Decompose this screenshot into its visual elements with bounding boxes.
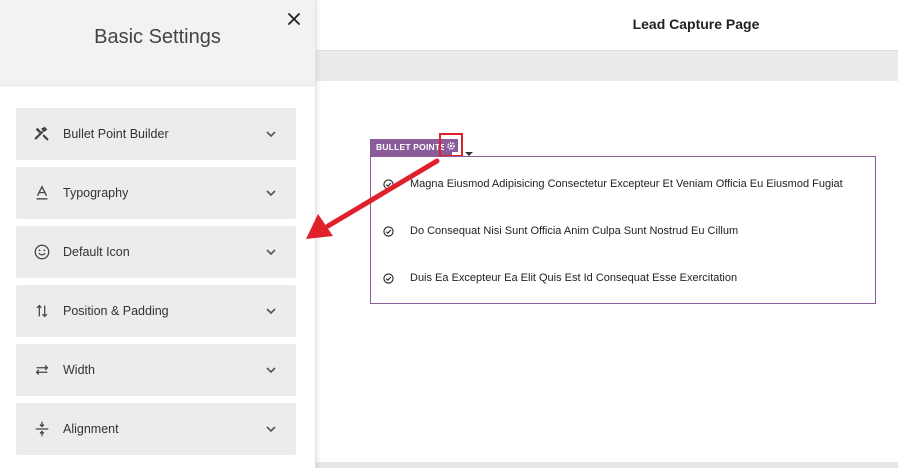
list-item: Duis Ea Excepteur Ea Elit Quis Est Id Co…	[383, 272, 737, 284]
horizontal-arrows-icon	[32, 360, 52, 380]
element-dropdown-caret[interactable]	[465, 144, 473, 156]
panel-title: Basic Settings	[94, 26, 221, 48]
chevron-down-icon	[264, 127, 278, 141]
chevron-down-icon	[264, 304, 278, 318]
bullet-points-element[interactable]: Magna Eiusmod Adipisicing Consectetur Ex…	[370, 156, 876, 304]
section-label: Typography	[63, 186, 129, 200]
section-label: Width	[63, 363, 95, 377]
page-title: Lead Capture Page	[632, 16, 760, 32]
section-label: Position & Padding	[63, 304, 169, 318]
section-alignment[interactable]: Alignment	[16, 403, 296, 455]
chevron-down-icon	[264, 422, 278, 436]
section-label: Default Icon	[63, 245, 130, 259]
section-typography[interactable]: Typography	[16, 167, 296, 219]
section-bullet-point-builder[interactable]: Bullet Point Builder	[16, 108, 296, 160]
check-circle-icon	[383, 272, 394, 284]
toolbar-strip	[316, 50, 898, 81]
check-circle-icon	[383, 225, 394, 237]
alignment-icon	[32, 419, 52, 439]
list-item-text: Magna Eiusmod Adipisicing Consectetur Ex…	[410, 178, 843, 190]
chevron-down-icon	[264, 186, 278, 200]
vertical-arrows-icon	[32, 301, 52, 321]
section-width[interactable]: Width	[16, 344, 296, 396]
tools-icon	[32, 124, 52, 144]
section-label: Bullet Point Builder	[63, 127, 169, 141]
top-bar: Lead Capture Page	[316, 0, 898, 50]
check-circle-icon	[383, 178, 394, 190]
section-position-padding[interactable]: Position & Padding	[16, 285, 296, 337]
section-default-icon[interactable]: Default Icon	[16, 226, 296, 278]
gear-icon	[444, 139, 458, 152]
element-settings-button[interactable]	[439, 133, 463, 157]
bottom-strip	[316, 462, 898, 468]
panel-header: Basic Settings	[0, 0, 315, 86]
chevron-down-icon	[264, 245, 278, 259]
typography-icon	[32, 183, 52, 203]
close-icon[interactable]	[283, 8, 305, 30]
settings-panel: Basic Settings Bullet Point Builder Typo…	[0, 0, 316, 468]
settings-section-list: Bullet Point Builder Typography Default …	[16, 108, 296, 462]
chevron-down-icon	[264, 363, 278, 377]
section-label: Alignment	[63, 422, 119, 436]
app-root: Lead Capture Page BULLET POINTS Magna Ei…	[0, 0, 898, 468]
smiley-icon	[32, 242, 52, 262]
list-item-text: Do Consequat Nisi Sunt Officia Anim Culp…	[410, 225, 739, 237]
list-item-text: Duis Ea Excepteur Ea Elit Quis Est Id Co…	[410, 272, 738, 284]
list-item: Do Consequat Nisi Sunt Officia Anim Culp…	[383, 225, 738, 237]
list-item: Magna Eiusmod Adipisicing Consectetur Ex…	[383, 178, 843, 190]
